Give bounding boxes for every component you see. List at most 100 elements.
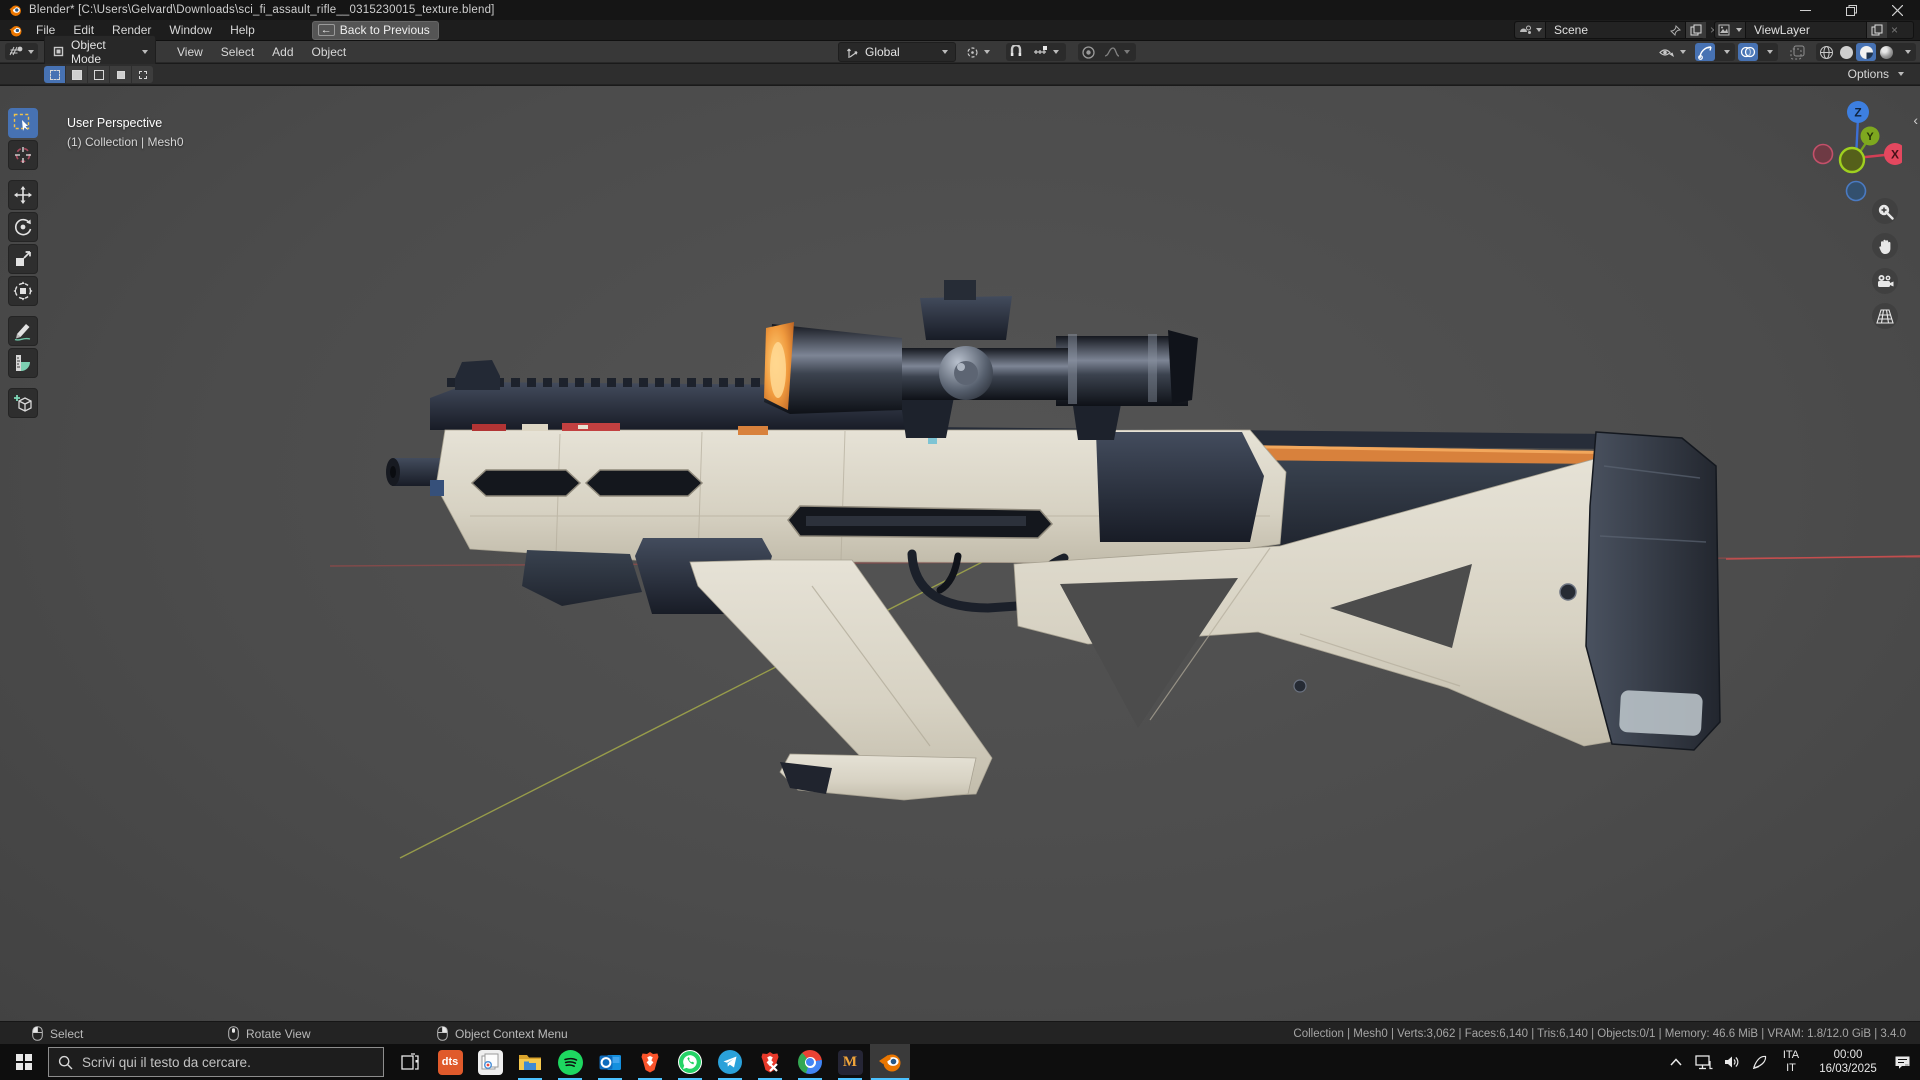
3d-viewport[interactable]: User Perspective (1) Collection | Mesh0 [0, 86, 1920, 1021]
scene-icon[interactable] [1515, 22, 1546, 38]
status-bar: Select Rotate View Object Context Menu C… [0, 1021, 1920, 1044]
taskbar-app-brave-dev[interactable] [750, 1044, 790, 1080]
xray-toggle[interactable] [1787, 43, 1807, 61]
shading-material-preview-button[interactable] [1856, 43, 1876, 61]
tool-add-cube[interactable] [8, 388, 38, 418]
tool-cursor[interactable] [8, 140, 38, 170]
taskbar-app-whatsapp[interactable] [670, 1044, 710, 1080]
taskbar-app-outlook[interactable] [590, 1044, 630, 1080]
mouse-middle-icon [228, 1026, 239, 1041]
menu-select[interactable]: Select [212, 43, 263, 61]
blender-window: Blender* [C:\Users\Gelvard\Downloads\sci… [0, 0, 1920, 1080]
minimize-button[interactable] [1782, 0, 1828, 20]
shading-solid-button[interactable] [1836, 43, 1856, 61]
pen-icon[interactable] [1748, 1047, 1772, 1077]
tool-scale[interactable] [8, 244, 38, 274]
menu-add[interactable]: Add [263, 43, 302, 61]
shading-wireframe-button[interactable] [1816, 43, 1836, 61]
select-mode-invert-button[interactable] [110, 66, 131, 83]
select-mode-set-button[interactable] [44, 66, 65, 83]
taskbar-app-telegram[interactable] [710, 1044, 750, 1080]
taskbar-app-photos[interactable] [470, 1044, 510, 1080]
new-scene-icon[interactable] [1685, 22, 1706, 38]
restore-button[interactable] [1828, 0, 1874, 20]
clock[interactable]: 00:00 16/03/2025 [1810, 1048, 1886, 1076]
taskbar-app-chrome[interactable] [790, 1044, 830, 1080]
scene-name[interactable]: Scene [1546, 23, 1666, 37]
taskbar-app-task-view[interactable] [390, 1044, 430, 1080]
sidebar-collapse-arrow[interactable]: ‹ [1913, 112, 1918, 128]
orientation-label: Global [865, 45, 900, 59]
tool-move[interactable] [8, 180, 38, 210]
remove-viewlayer-icon[interactable]: × [1887, 22, 1902, 38]
select-mode-intersect-button[interactable] [132, 66, 153, 83]
svg-text:Z: Z [1854, 106, 1861, 120]
proportional-editing-button[interactable] [1078, 43, 1098, 61]
pin-scene-icon[interactable] [1666, 22, 1685, 38]
options-dropdown[interactable]: Options [1842, 66, 1910, 82]
hint-object-context-menu-label: Object Context Menu [455, 1026, 568, 1041]
brave-icon [641, 1052, 659, 1073]
tool-rotate[interactable] [8, 212, 38, 242]
taskbar-app-file-explorer[interactable] [510, 1044, 550, 1080]
language-top: ITA [1782, 1049, 1800, 1061]
taskbar-app-spotify[interactable] [550, 1044, 590, 1080]
show-gizmo-toggle[interactable] [1695, 43, 1715, 61]
pan-button[interactable] [1872, 233, 1898, 259]
hint-object-context-menu: Object Context Menu [437, 1022, 568, 1045]
viewlayer-name[interactable]: ViewLayer [1746, 23, 1866, 37]
search-input[interactable] [82, 1054, 374, 1070]
tool-select-box[interactable] [8, 108, 38, 138]
scene-selector: Scene × [1514, 21, 1717, 39]
file-explorer-icon [519, 1055, 541, 1070]
options-label: Options [1847, 67, 1889, 81]
snap-toggle-button[interactable] [1006, 43, 1026, 61]
language-indicator[interactable]: ITA IT [1776, 1049, 1806, 1075]
viewport-toolbar [8, 108, 40, 418]
active-object-path: (1) Collection | Mesh0 [67, 135, 184, 149]
shading-dropdown[interactable] [1896, 43, 1916, 61]
menu-view[interactable]: View [168, 43, 212, 61]
start-button[interactable] [0, 1044, 48, 1080]
taskbar-app-dts[interactable]: dts [430, 1044, 470, 1080]
svg-text:X: X [1891, 148, 1899, 162]
spotify-icon [557, 1049, 583, 1075]
volume-icon[interactable] [1720, 1047, 1744, 1077]
snap-with-dropdown[interactable] [1026, 43, 1066, 61]
zoom-button[interactable] [1872, 198, 1898, 224]
close-button[interactable] [1874, 0, 1920, 20]
navigation-gizmo[interactable]: Z X Y [1806, 96, 1902, 206]
gizmo-dropdown[interactable] [1715, 43, 1735, 61]
menu-object[interactable]: Object [303, 43, 356, 61]
viewlayer-icon[interactable] [1715, 22, 1746, 38]
select-mode-extend-button[interactable] [66, 66, 87, 83]
taskbar-app-brave[interactable] [630, 1044, 670, 1080]
overlays-dropdown[interactable] [1758, 43, 1778, 61]
taskbar-app-gmail[interactable]: M [830, 1044, 870, 1080]
camera-view-button[interactable] [1872, 268, 1898, 294]
pivot-point-dropdown[interactable] [960, 43, 994, 61]
new-viewlayer-icon[interactable] [1866, 22, 1887, 38]
svg-text:Y: Y [1866, 131, 1874, 143]
network-icon[interactable] [1692, 1047, 1716, 1077]
rifle-model[interactable] [0, 86, 1920, 1021]
tool-measure[interactable] [8, 348, 38, 378]
hint-rotate-view: Rotate View [228, 1022, 310, 1045]
object-visibility-dropdown[interactable] [1652, 43, 1692, 61]
dts-icon: dts [437, 1049, 463, 1075]
taskbar-app-blender[interactable] [870, 1044, 910, 1080]
task-view-icon [401, 1053, 419, 1070]
shading-rendered-button[interactable] [1876, 43, 1896, 61]
orthographic-toggle-button[interactable] [1872, 303, 1898, 329]
viewport-header: Object Mode View Select Add Object Globa… [0, 34, 1920, 69]
tray-chevron-up-icon[interactable] [1664, 1047, 1688, 1077]
taskbar-search[interactable] [48, 1047, 384, 1077]
notification-center-icon[interactable] [1890, 1047, 1914, 1077]
editor-type-button[interactable] [5, 43, 38, 60]
show-overlays-toggle[interactable] [1738, 43, 1758, 61]
tool-annotate[interactable] [8, 316, 38, 346]
transform-orientation-dropdown[interactable]: Global [838, 42, 956, 62]
select-mode-subtract-button[interactable] [88, 66, 109, 83]
proportional-falloff-dropdown[interactable] [1098, 43, 1136, 61]
tool-transform[interactable] [8, 276, 38, 306]
